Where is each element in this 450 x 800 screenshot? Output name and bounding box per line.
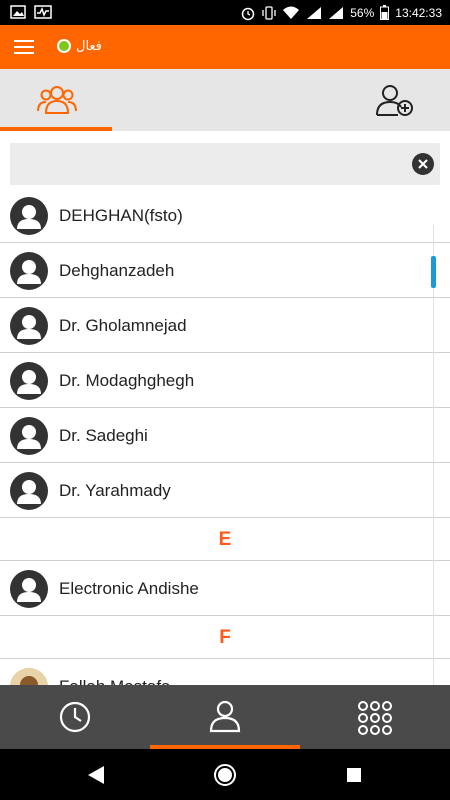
menu-bar-line (14, 46, 34, 48)
system-nav-bar (0, 749, 450, 800)
contact-name: Electronic Andishe (59, 579, 199, 598)
avatar (10, 362, 48, 400)
clock-time: 13:42:33 (395, 5, 442, 20)
alarm-icon (242, 7, 255, 20)
avatar (10, 570, 48, 608)
contact-row[interactable]: Fallah Mostafa (0, 659, 450, 685)
person-silhouette-icon (17, 260, 41, 284)
contact-row[interactable]: Dr. Gholamnejad (0, 298, 450, 353)
scroll-indicator[interactable] (431, 256, 436, 288)
status-bar: 56% 13:42:33 (0, 0, 450, 25)
person-silhouette-icon (17, 480, 41, 504)
clear-search-button[interactable] (412, 153, 434, 175)
online-status-label: فعال (76, 38, 102, 53)
person-silhouette-icon (17, 578, 41, 602)
tab-contacts[interactable] (0, 69, 112, 131)
avatar (10, 197, 48, 235)
bottom-nav (0, 685, 450, 749)
wifi-icon (283, 6, 300, 19)
search-box (10, 143, 440, 185)
status-bar-system: 56% 13:42:33 (240, 0, 442, 25)
status-bar-notifications (10, 5, 52, 19)
contact-row[interactable]: Dr. Modaghghegh (0, 353, 450, 408)
signal-icon-2 (329, 6, 344, 19)
search-input[interactable] (18, 151, 408, 177)
contact-name: Dr. Modaghghegh (59, 371, 195, 390)
contact-name: Dr. Gholamnejad (59, 316, 187, 335)
nav-recents[interactable] (0, 685, 150, 749)
activity-icon (34, 5, 52, 19)
avatar (10, 472, 48, 510)
tab-selected-indicator (0, 127, 112, 131)
recents-square-icon[interactable] (346, 767, 362, 783)
contact-row[interactable]: Dehghanzadeh (0, 243, 450, 298)
tab-bar (0, 69, 450, 131)
nav-dialpad[interactable] (300, 685, 450, 749)
person-silhouette-icon (17, 425, 41, 449)
contact-row[interactable]: Dr. Yarahmady (0, 463, 450, 518)
contact-row[interactable]: DEHGHAN(fsto) (0, 188, 450, 243)
avatar (10, 252, 48, 290)
person-silhouette-icon (17, 315, 41, 339)
contact-name: Dr. Yarahmady (59, 481, 171, 500)
nav-contacts[interactable] (150, 685, 300, 749)
section-letter: F (219, 627, 231, 648)
person-icon (209, 700, 241, 733)
contact-name: Fallah Mostafa (59, 677, 171, 685)
avatar (10, 307, 48, 345)
add-contact-icon (376, 85, 413, 116)
tab-add-contact[interactable] (338, 69, 450, 131)
contact-name: Dehghanzadeh (59, 261, 175, 280)
hamburger-menu-button[interactable] (10, 34, 38, 60)
person-silhouette-icon (17, 370, 41, 394)
dialpad-icon (358, 701, 392, 735)
contact-row[interactable]: Electronic Andishe (0, 561, 450, 616)
menu-bar-line (14, 52, 34, 54)
back-icon[interactable] (86, 765, 106, 785)
section-header: E (0, 518, 450, 561)
home-icon[interactable] (213, 763, 237, 787)
contact-photo-icon (10, 668, 48, 685)
vibrate-icon (262, 5, 276, 20)
list-edge-divider (433, 225, 434, 685)
avatar (10, 668, 48, 685)
avatar (10, 417, 48, 455)
screen: 56% 13:42:33 فعال DEHGHAN(fsto) Dehghanz… (0, 0, 450, 800)
signal-icon (307, 6, 322, 19)
contacts-group-icon (37, 86, 77, 114)
person-silhouette-icon (17, 205, 41, 229)
app-bar: فعال (0, 25, 450, 69)
battery-percent: 56% (350, 5, 375, 20)
contact-name: Dr. Sadeghi (59, 426, 148, 445)
battery-icon (380, 5, 390, 20)
image-icon (10, 5, 26, 19)
contact-name: DEHGHAN(fsto) (59, 206, 183, 225)
section-letter: E (218, 529, 232, 550)
online-status-dot (57, 39, 71, 53)
menu-bar-line (14, 40, 34, 42)
clock-icon (59, 701, 91, 733)
contact-row[interactable]: Dr. Sadeghi (0, 408, 450, 463)
section-header: F (0, 616, 450, 659)
close-icon (418, 159, 428, 169)
contact-list[interactable]: DEHGHAN(fsto) Dehghanzadeh Dr. Gholamnejad… (0, 188, 450, 685)
